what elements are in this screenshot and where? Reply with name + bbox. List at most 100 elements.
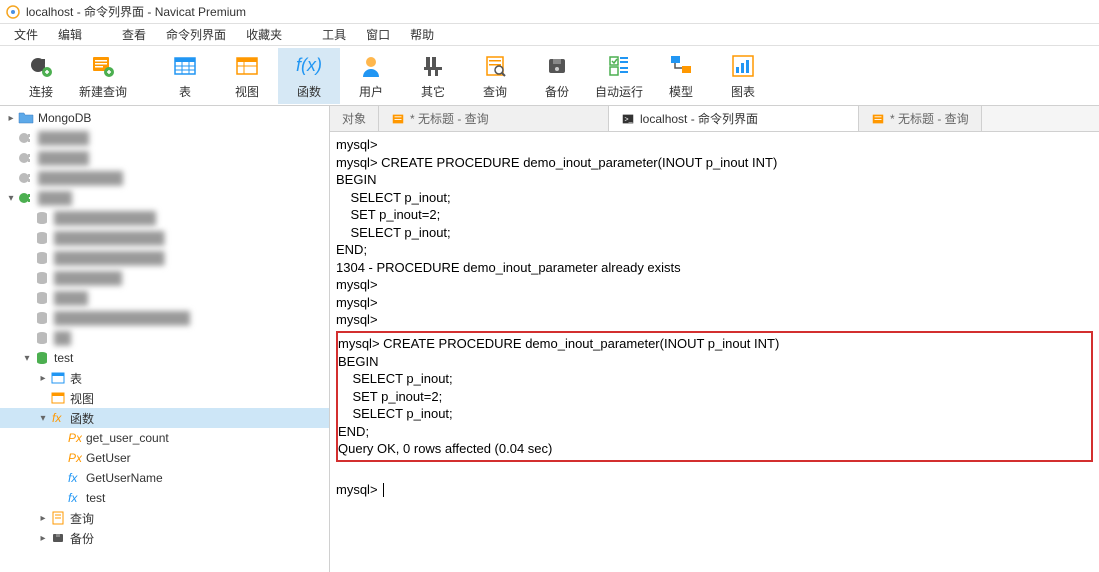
window-title: localhost - 命令列界面 - Navicat Premium [26, 3, 246, 20]
tree-row[interactable]: fxtest [0, 488, 329, 508]
toolbar-new-query[interactable]: 新建查询 [72, 48, 134, 104]
tree-row[interactable]: ████ [0, 288, 329, 308]
console-line: SELECT p_inout; [338, 405, 1091, 423]
fx-blue-icon: fx [66, 470, 82, 486]
query-tab-icon [391, 112, 405, 126]
tree-row[interactable]: █████████████ [0, 248, 329, 268]
px-icon: Px [66, 430, 82, 446]
menu-item-3[interactable]: 命令列界面 [156, 24, 236, 45]
sidebar[interactable]: ▸MongoDB██████████████████████▾█████████… [0, 106, 330, 572]
cursor-icon [383, 483, 384, 497]
tab-label: 对象 [342, 110, 366, 127]
tree-label: 查询 [70, 510, 94, 527]
tree-toggle-icon[interactable]: ▸ [36, 513, 50, 524]
tree-row[interactable]: ▾test [0, 348, 329, 368]
tree-label: ████████████████ [54, 311, 190, 325]
toolbar-plug[interactable]: 连接 [10, 48, 72, 104]
menu-item-6[interactable]: 窗口 [356, 24, 400, 45]
tree-row[interactable]: ████████████ [0, 208, 329, 228]
fx-icon: f(x) [296, 52, 322, 80]
tree-toggle-icon[interactable]: ▸ [36, 373, 50, 384]
tree-label: ██████████ [38, 171, 123, 185]
console-prompt[interactable]: mysql> [336, 481, 1093, 499]
menu-item-4[interactable]: 收藏夹 [236, 24, 292, 45]
tree-row[interactable]: ████████████████ [0, 308, 329, 328]
db-off-icon [34, 210, 50, 226]
toolbar-query[interactable]: 查询 [464, 48, 526, 104]
highlight-box: mysql> CREATE PROCEDURE demo_inout_param… [336, 331, 1093, 462]
tree-row[interactable]: ▾fx函数 [0, 408, 329, 428]
tree-label: GetUserName [86, 471, 163, 485]
toolbar-table[interactable]: 表 [154, 48, 216, 104]
content-area: 对象* 无标题 - 查询>_localhost - 命令列界面* 无标题 - 查… [330, 106, 1099, 572]
tree-row[interactable]: ▸表 [0, 368, 329, 388]
menu-item-5[interactable]: 工具 [312, 24, 356, 45]
tree-label: █████████████ [54, 251, 165, 265]
menu-item-2[interactable]: 查看 [112, 24, 156, 45]
tree-row[interactable]: Px GetUser [0, 448, 329, 468]
chart-icon [730, 52, 756, 80]
db-off-icon [34, 330, 50, 346]
db-on-icon [34, 350, 50, 366]
toolbar-label: 用户 [359, 83, 383, 100]
menu-item-0[interactable]: 文件 [4, 24, 48, 45]
query-tab-icon [871, 112, 885, 126]
toolbar-view[interactable]: 视图 [216, 48, 278, 104]
toolbar-backup[interactable]: 备份 [526, 48, 588, 104]
tab-label: * 无标题 - 查询 [890, 110, 969, 127]
tab-3[interactable]: * 无标题 - 查询 [859, 106, 982, 131]
menu-item-1[interactable]: 编辑 [48, 24, 92, 45]
tree-toggle-icon[interactable]: ▾ [20, 353, 34, 364]
tab-1[interactable]: * 无标题 - 查询 [379, 106, 609, 131]
tree-label: 备份 [70, 530, 94, 547]
tree-row[interactable]: ▸ MongoDB [0, 108, 329, 128]
tree-toggle-icon[interactable]: ▸ [4, 113, 18, 124]
tree-row[interactable]: ▸ 查询 [0, 508, 329, 528]
conn-off-icon [18, 130, 34, 146]
svg-text:Px: Px [68, 451, 82, 465]
tree-row[interactable]: ██████ [0, 128, 329, 148]
tree-row[interactable]: ██ [0, 328, 329, 348]
db-off-icon [34, 290, 50, 306]
tree-row[interactable]: ▸ 备份 [0, 528, 329, 548]
toolbar-fx[interactable]: f(x)函数 [278, 48, 340, 104]
backup-icon [50, 530, 66, 546]
toolbar-user[interactable]: 用户 [340, 48, 402, 104]
tree-toggle-icon[interactable]: ▾ [36, 413, 50, 424]
console-line: mysql> [336, 276, 1093, 294]
tree-label: MongoDB [38, 111, 91, 125]
tree-label: ████████ [54, 271, 122, 285]
svg-text:fx: fx [68, 491, 78, 505]
tree-row[interactable]: ▾ ████ [0, 188, 329, 208]
toolbar-model[interactable]: 模型 [650, 48, 712, 104]
tree-row[interactable]: ██████████ [0, 168, 329, 188]
tree-label: GetUser [86, 451, 131, 465]
console-line: 1304 - PROCEDURE demo_inout_parameter al… [336, 259, 1093, 277]
toolbar-other[interactable]: 其它 [402, 48, 464, 104]
toolbar-auto[interactable]: 自动运行 [588, 48, 650, 104]
tree-row[interactable]: fx GetUserName [0, 468, 329, 488]
tree-row[interactable]: Pxget_user_count [0, 428, 329, 448]
tab-0[interactable]: 对象 [330, 106, 379, 131]
tree-row[interactable]: 视图 [0, 388, 329, 408]
tree-label: █████████████ [54, 231, 165, 245]
tree-toggle-icon[interactable]: ▾ [4, 193, 18, 204]
tree-label: ████ [38, 191, 72, 205]
conn-on-icon [18, 190, 34, 206]
tree-row[interactable]: ████████ [0, 268, 329, 288]
toolbar: 连接新建查询表 视图f(x)函数用户 其它查询备份自动运行模型图表 [0, 46, 1099, 106]
tree-toggle-icon[interactable]: ▸ [36, 533, 50, 544]
app-icon [6, 5, 20, 19]
console-output[interactable]: mysql> mysql> CREATE PROCEDURE demo_inout… [330, 132, 1099, 572]
console-line: SELECT p_inout; [336, 224, 1093, 242]
other-icon [420, 52, 446, 80]
tab-2[interactable]: >_localhost - 命令列界面 [609, 106, 859, 131]
cli-tab-icon: >_ [621, 112, 635, 126]
tree-row[interactable]: █████████████ [0, 228, 329, 248]
toolbar-label: 表 [179, 83, 191, 100]
menu-item-7[interactable]: 帮助 [400, 24, 444, 45]
toolbar-chart[interactable]: 图表 [712, 48, 774, 104]
console-line: SET p_inout=2; [338, 388, 1091, 406]
tree-row[interactable]: ██████ [0, 148, 329, 168]
console-line: END; [336, 241, 1093, 259]
